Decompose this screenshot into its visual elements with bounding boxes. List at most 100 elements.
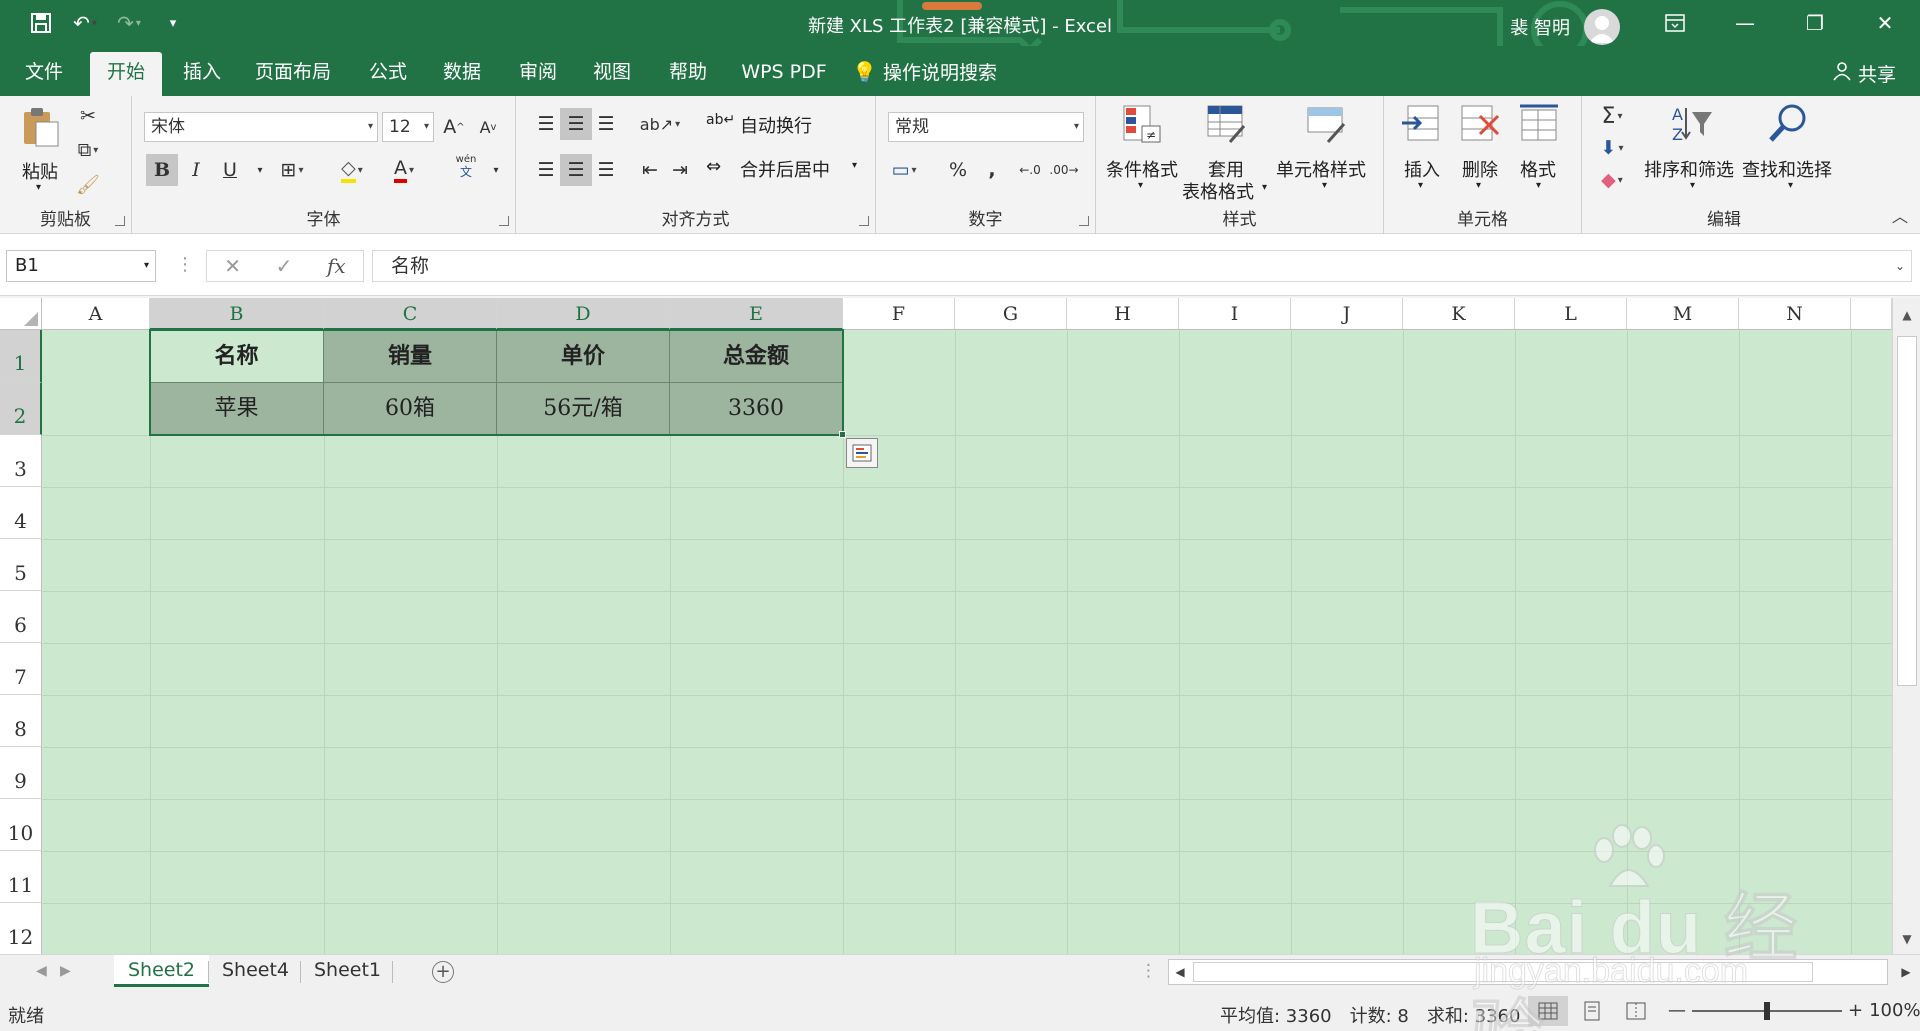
increase-font-size-icon[interactable]: A ^ (438, 111, 470, 143)
selection-stats[interactable]: 平均值: 3360 计数: 8 求和: 3360 (1220, 1002, 1520, 1028)
column-header-i[interactable]: I (1179, 298, 1291, 330)
number-launcher-icon[interactable] (1079, 216, 1089, 226)
tab-review[interactable]: 审阅 (506, 52, 570, 96)
formula-input[interactable]: 名称 ⌄ (372, 250, 1912, 282)
comma-style-button[interactable]: , (976, 154, 1008, 186)
cell-d2[interactable]: 56元/箱 (497, 383, 670, 435)
scroll-up-icon[interactable]: ▲ (1893, 302, 1920, 328)
decrease-decimal-icon[interactable]: .00→ (1048, 154, 1080, 186)
phonetic-dropdown-icon[interactable]: ▾ (480, 154, 512, 186)
vertical-scroll-thumb[interactable] (1897, 336, 1917, 686)
format-cells-button[interactable]: 格式 ▾ (1510, 102, 1570, 206)
scroll-right-icon[interactable]: ▶ (1895, 960, 1917, 984)
middle-align-icon[interactable]: ☰ (560, 108, 592, 140)
italic-button[interactable]: I (180, 154, 212, 186)
fill-icon[interactable]: ⬇ ▾ (1596, 132, 1628, 164)
select-all-button[interactable] (0, 298, 42, 330)
column-header-j[interactable]: J (1291, 298, 1403, 330)
merge-center-button[interactable]: ⇔ 合并后居中 ▾ (706, 154, 866, 186)
cell-e2[interactable]: 3360 (670, 383, 843, 435)
top-align-icon[interactable]: ☰ (530, 108, 562, 140)
percent-style-button[interactable]: % (942, 154, 974, 186)
row-header-8[interactable]: 8 (0, 695, 42, 747)
tab-page-layout[interactable]: 页面布局 (248, 52, 338, 96)
tab-file[interactable]: 文件 (14, 52, 74, 96)
user-account[interactable]: 裴 智明 (1510, 9, 1620, 45)
cell-b1[interactable]: 名称 (150, 330, 324, 383)
clipboard-launcher-icon[interactable] (115, 216, 125, 226)
zoom-out-icon[interactable]: — (1668, 1000, 1686, 1021)
tab-insert[interactable]: 插入 (170, 52, 234, 96)
wrap-text-button[interactable]: ab↵ 自动换行 (706, 110, 826, 142)
tab-home[interactable]: 开始 (90, 52, 162, 96)
column-header-b[interactable]: B (150, 298, 324, 330)
decrease-font-size-icon[interactable]: Av (472, 111, 504, 143)
paste-button[interactable]: 粘贴 ▾ (14, 104, 66, 204)
next-sheet-icon[interactable]: ▶ (60, 963, 71, 979)
cut-icon[interactable]: ✂ (72, 100, 104, 132)
close-icon[interactable]: ✕ (1850, 0, 1920, 46)
tab-data[interactable]: 数据 (430, 52, 494, 96)
conditional-formatting-button[interactable]: ≠ 条件格式 ▾ (1104, 102, 1180, 206)
horizontal-scroll-thumb[interactable] (1193, 962, 1813, 982)
tell-me-search[interactable]: 💡 操作说明搜索 (852, 52, 1012, 96)
accounting-format-icon[interactable]: ▭ ▾ (888, 154, 920, 186)
tab-view[interactable]: 视图 (580, 52, 644, 96)
name-box[interactable]: B1 ▾ (6, 250, 156, 282)
zoom-level[interactable]: 100% (1869, 1000, 1920, 1021)
delete-cells-button[interactable]: 删除 ▾ (1452, 102, 1508, 206)
fill-color-icon[interactable]: ◇ ▾ (336, 154, 368, 186)
column-header-g[interactable]: G (955, 298, 1067, 330)
row-header-12[interactable]: 12 (0, 903, 42, 954)
column-header-k[interactable]: K (1403, 298, 1515, 330)
column-header-h[interactable]: H (1067, 298, 1179, 330)
column-header-e[interactable]: E (670, 298, 843, 330)
align-center-icon[interactable]: ☰ (560, 154, 592, 186)
worksheet-grid[interactable]: A B C D E F G H I J K L M N 1 2 3 4 5 6 … (0, 298, 1920, 954)
customize-qat-icon[interactable]: ▾ (158, 8, 188, 38)
clear-icon[interactable]: ◆ ▾ (1596, 164, 1628, 196)
avatar[interactable] (1584, 9, 1620, 45)
sort-filter-button[interactable]: AZ 排序和筛选 ▾ (1644, 102, 1744, 206)
font-size-select[interactable]: 12 ▾ (382, 112, 434, 142)
previous-sheet-icon[interactable]: ◀ (36, 963, 47, 979)
tab-splitter-icon[interactable]: ⋮ (1140, 961, 1157, 981)
row-header-5[interactable]: 5 (0, 539, 42, 591)
sheet-tab-sheet1[interactable]: Sheet1 (300, 955, 395, 987)
cell-c2[interactable]: 60箱 (324, 383, 497, 435)
undo-icon[interactable]: ↶ ▾ (70, 8, 100, 38)
row-header-9[interactable]: 9 (0, 747, 42, 799)
insert-function-icon[interactable]: fx (327, 254, 346, 278)
borders-icon[interactable]: ⊞ ▾ (276, 154, 308, 186)
zoom-slider-thumb[interactable] (1764, 1001, 1770, 1020)
tab-help[interactable]: 帮助 (656, 52, 720, 96)
column-header-m[interactable]: M (1627, 298, 1739, 330)
format-painter-icon[interactable]: 🖌 (72, 168, 104, 200)
column-header-f[interactable]: F (843, 298, 955, 330)
alignment-launcher-icon[interactable] (859, 216, 869, 226)
tab-formulas[interactable]: 公式 (356, 52, 420, 96)
row-header-10[interactable]: 10 (0, 799, 42, 851)
underline-dropdown-icon[interactable]: ▾ (244, 154, 276, 186)
autosum-icon[interactable]: Σ ▾ (1596, 100, 1628, 132)
page-break-view-icon[interactable] (1616, 996, 1656, 1026)
font-color-icon[interactable]: A ▾ (388, 154, 420, 186)
bold-button[interactable]: B (146, 154, 178, 186)
enter-icon[interactable]: ✓ (276, 254, 293, 278)
row-header-3[interactable]: 3 (0, 435, 42, 487)
tab-wps-pdf[interactable]: WPS PDF (734, 52, 834, 96)
copy-icon[interactable]: ⧉ ▾ (72, 134, 104, 166)
row-header-4[interactable]: 4 (0, 487, 42, 539)
column-header-d[interactable]: D (497, 298, 670, 330)
cell-c1[interactable]: 销量 (324, 330, 497, 383)
number-format-select[interactable]: 常规 ▾ (888, 112, 1084, 142)
column-header-l[interactable]: L (1515, 298, 1627, 330)
font-launcher-icon[interactable] (499, 216, 509, 226)
cell-e1[interactable]: 总金额 (670, 330, 843, 383)
row-header-6[interactable]: 6 (0, 591, 42, 643)
minimize-icon[interactable]: — (1710, 0, 1780, 46)
column-header-n[interactable]: N (1739, 298, 1851, 330)
restore-icon[interactable]: ❐ (1780, 0, 1850, 46)
column-header-c[interactable]: C (324, 298, 497, 330)
add-sheet-icon[interactable]: + (432, 961, 454, 983)
